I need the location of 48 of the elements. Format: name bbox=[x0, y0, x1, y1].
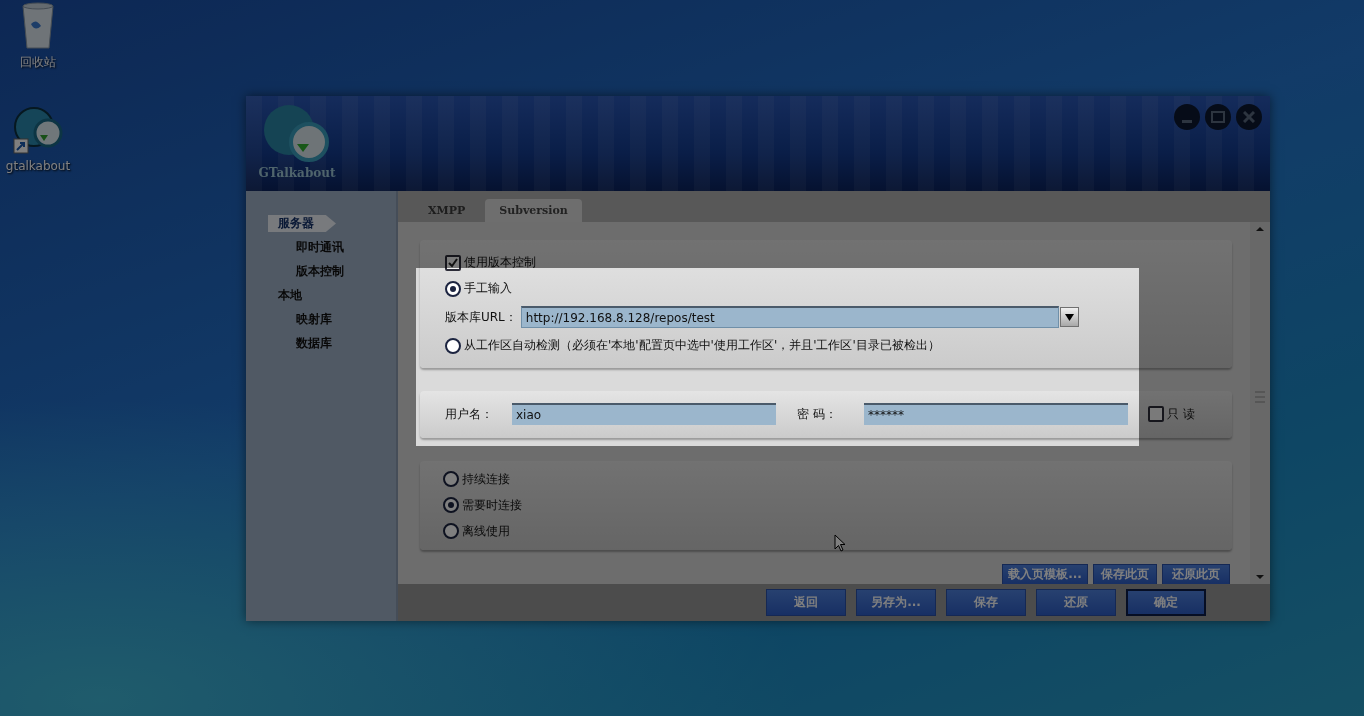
caret-icon bbox=[1064, 313, 1074, 321]
field-label: 密 码： bbox=[797, 405, 838, 423]
close-icon bbox=[1243, 111, 1255, 123]
dialog-button[interactable]: 另存为... bbox=[856, 589, 936, 616]
tab[interactable]: XMPP bbox=[414, 199, 480, 222]
dialog-button[interactable]: 确定 bbox=[1126, 589, 1206, 616]
radio-button[interactable] bbox=[443, 497, 459, 514]
page-button[interactable]: 保存此页 bbox=[1093, 564, 1157, 585]
radio-button[interactable] bbox=[445, 337, 461, 354]
checkbox[interactable] bbox=[1148, 406, 1164, 423]
radio-label: 从工作区自动检测（必须在'本地'配置页中选中'使用工作区'，并且'工作区'目录已被检出） bbox=[464, 337, 940, 354]
page-button[interactable]: 还原此页 bbox=[1162, 564, 1230, 585]
scrollbar[interactable] bbox=[1250, 222, 1270, 584]
desktop-icon-label[interactable]: gtalkabout bbox=[5, 159, 71, 173]
username-field[interactable]: xiao bbox=[512, 403, 776, 426]
checkbox[interactable] bbox=[445, 254, 461, 271]
sidebar-item[interactable]: 即时通讯 bbox=[286, 239, 354, 256]
radio-label: 需要时连接 bbox=[462, 496, 522, 514]
chat-bubbles-icon[interactable] bbox=[12, 105, 64, 155]
tab[interactable]: Subversion bbox=[485, 199, 582, 222]
radio-label: 手工输入 bbox=[464, 280, 512, 297]
password-field[interactable]: ****** bbox=[864, 403, 1128, 426]
maximize-icon bbox=[1211, 111, 1225, 123]
minimize-icon bbox=[1182, 119, 1192, 123]
dialog-button[interactable]: 返回 bbox=[766, 589, 846, 616]
dropdown-button[interactable] bbox=[1059, 307, 1079, 327]
radio-label: 离线使用 bbox=[462, 522, 510, 540]
sidebar-item[interactable]: 版本控制 bbox=[286, 263, 354, 280]
recycle-bin-icon[interactable] bbox=[21, 2, 55, 50]
field-label: 版本库URL： bbox=[445, 308, 517, 326]
field-label: 用户名： bbox=[445, 405, 494, 423]
desktop-icon-label[interactable]: 回收站 bbox=[20, 54, 56, 71]
radio-button[interactable] bbox=[445, 280, 461, 297]
radio-button[interactable] bbox=[443, 471, 459, 488]
sidebar-item[interactable]: 数据库 bbox=[286, 335, 342, 352]
page-button[interactable]: 载入页模板... bbox=[1002, 564, 1088, 585]
checkbox-label: 使用版本控制 bbox=[464, 254, 536, 271]
dialog-button[interactable]: 保存 bbox=[946, 589, 1026, 616]
sidebar-item[interactable]: 映射库 bbox=[286, 311, 342, 328]
dialog-button[interactable]: 还原 bbox=[1036, 589, 1116, 616]
sidebar-item[interactable]: 本地 bbox=[268, 287, 312, 304]
logo-text: GTalkabout bbox=[258, 166, 336, 180]
radio-label: 持续连接 bbox=[462, 470, 510, 488]
checkbox-label: 只 读 bbox=[1167, 405, 1195, 423]
radio-button[interactable] bbox=[443, 523, 459, 540]
sidebar-item[interactable]: 服务器 bbox=[268, 215, 336, 232]
cursor-icon bbox=[834, 534, 846, 552]
url-field[interactable]: http://192.168.8.128/repos/test bbox=[520, 306, 1059, 328]
